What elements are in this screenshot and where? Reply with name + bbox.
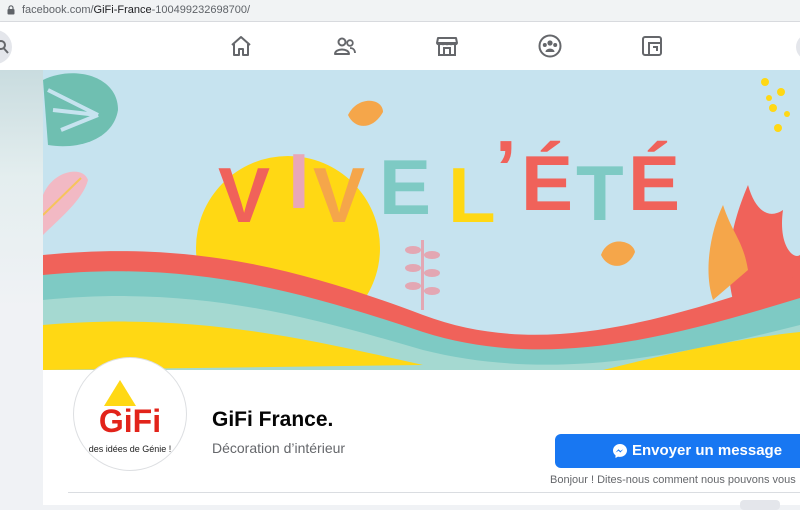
top-navigation [0, 22, 800, 70]
page-title: GiFi France. [212, 408, 334, 431]
nav-marketplace[interactable] [423, 22, 471, 70]
headline-letter: ’ [495, 124, 517, 212]
tab-chip[interactable] [740, 500, 780, 510]
nav-home[interactable] [217, 22, 265, 70]
headline-letter: V [218, 151, 270, 239]
headline-letter: L [448, 151, 496, 239]
headline-letter: É [521, 139, 573, 227]
profile-avatar[interactable]: GiFi des idées de Génie ! [74, 358, 186, 470]
search-icon [0, 40, 9, 54]
cover-photo[interactable]: V I V E L ’ É T É [43, 70, 800, 370]
messenger-icon [613, 444, 627, 458]
nav-friends[interactable] [321, 22, 369, 70]
cover-illustration: V I V E L ’ É T É [43, 70, 800, 370]
headline-letter: I [288, 137, 310, 225]
send-message-button[interactable]: Envoyer un message [555, 434, 800, 468]
url-text[interactable]: facebook.com/GiFi-France-100499232698700… [22, 4, 250, 16]
url-rest: -100499232698700/ [151, 4, 251, 16]
nav-groups[interactable] [526, 22, 574, 70]
url-path: GiFi-France [93, 4, 152, 16]
divider [68, 492, 800, 493]
send-message-label: Envoyer un message [632, 442, 783, 459]
lock-icon [7, 5, 15, 15]
friends-icon [334, 37, 356, 55]
browser-url-bar[interactable]: facebook.com/GiFi-France-100499232698700… [0, 0, 800, 22]
message-hint-text: Bonjour ! Dites-nous comment nous pouvon… [550, 474, 796, 486]
headline-letter: E [379, 143, 431, 231]
groups-icon [538, 34, 562, 58]
logo-tagline: des idées de Génie ! [89, 444, 172, 454]
home-icon [231, 36, 251, 56]
account-menu-button[interactable] [796, 34, 800, 60]
gaming-icon [642, 36, 662, 56]
marketplace-icon [436, 37, 458, 56]
url-host: facebook.com/ [22, 4, 94, 16]
headline-letter: T [576, 149, 624, 237]
headline-letter: V [313, 151, 365, 239]
headline-letter: É [628, 139, 680, 227]
nav-gaming[interactable] [628, 22, 676, 70]
page-category[interactable]: Décoration d’intérieur [212, 440, 345, 456]
logo-wordmark: GiFi [99, 403, 161, 439]
gifi-logo: GiFi des idées de Génie ! [89, 380, 172, 454]
search-button[interactable] [0, 30, 12, 64]
left-gradient [0, 70, 43, 310]
